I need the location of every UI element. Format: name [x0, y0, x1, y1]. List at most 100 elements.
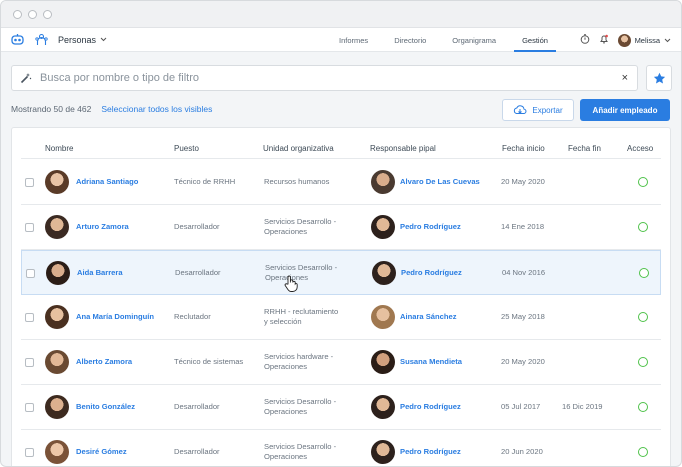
top-navbar: Personas Informes Directorio Organigrama…: [1, 28, 681, 52]
window-minimize-dot[interactable]: [28, 9, 37, 19]
bell-icon[interactable]: [599, 31, 609, 49]
access-status-icon: [638, 402, 648, 412]
row-checkbox[interactable]: [25, 313, 34, 322]
search-input[interactable]: Busca por nombre o tipo de filtro ×: [11, 65, 638, 91]
manager-name-link[interactable]: Alvaro De Las Cuevas: [400, 177, 480, 187]
column-unit[interactable]: Unidad organizativa: [263, 144, 334, 153]
table-row[interactable]: Alberto Zamora Técnico de sistemas Servi…: [21, 340, 661, 385]
unit-line-1: RRHH - reclutamiento: [264, 307, 339, 316]
employee-avatar: [45, 215, 69, 239]
unit-line-2: Operaciones: [264, 407, 308, 416]
access-status-icon: [638, 447, 648, 457]
table-row[interactable]: Adriana Santiago Técnico de RRHH Recurso…: [21, 160, 661, 205]
magic-wand-icon: [20, 73, 32, 84]
app-logo-icon[interactable]: [10, 33, 24, 47]
manager-name-link[interactable]: Susana Mendieta: [400, 357, 462, 367]
table-header: Nombre Puesto Unidad organizativa Respon…: [21, 139, 661, 159]
position-cell: Técnico de RRHH: [174, 177, 236, 186]
favorite-filters-button[interactable]: [646, 65, 672, 91]
table-row[interactable]: Aida Barrera Desarrollador Servicios Des…: [21, 250, 661, 295]
start-date-cell: 05 Jul 2017: [501, 402, 541, 411]
section-label: Personas: [58, 34, 97, 45]
tab-informes[interactable]: Informes: [326, 28, 381, 52]
tab-organigrama[interactable]: Organigrama: [439, 28, 509, 52]
tab-gestion[interactable]: Gestión: [509, 28, 561, 52]
section-selector[interactable]: Personas: [58, 35, 107, 45]
employee-name-link[interactable]: Alberto Zamora: [76, 357, 132, 367]
employee-name-link[interactable]: Desiré Gómez: [76, 447, 127, 457]
unit-cell: Servicios Desarrollo - Operaciones: [264, 217, 336, 237]
row-checkbox[interactable]: [25, 223, 34, 232]
unit-line-2: y selección: [264, 317, 302, 326]
timer-icon[interactable]: [580, 31, 590, 49]
column-start-date[interactable]: Fecha inicio: [502, 144, 545, 153]
unit-line-1: Servicios Desarrollo -: [265, 262, 338, 272]
column-access[interactable]: Acceso: [627, 144, 653, 153]
position-cell: Desarrollador: [174, 402, 220, 411]
column-end-date[interactable]: Fecha fin: [568, 144, 601, 153]
unit-cell: Servicios hardware - Operaciones: [264, 352, 333, 372]
row-checkbox[interactable]: [25, 358, 34, 367]
start-date-cell: 25 May 2018: [501, 312, 545, 321]
employee-name-link[interactable]: Aida Barrera: [77, 268, 123, 278]
unit-cell: Servicios Desarrollo - Operaciones: [264, 397, 336, 417]
employee-table: Nombre Puesto Unidad organizativa Respon…: [11, 127, 671, 466]
employee-avatar: [46, 261, 70, 285]
table-row[interactable]: Desiré Gómez Desarrollador Servicios Des…: [21, 430, 661, 466]
row-checkbox[interactable]: [26, 269, 35, 278]
manager-avatar: [371, 215, 395, 239]
start-date-cell: 14 Ene 2018: [501, 222, 545, 231]
chevron-down-icon: [100, 37, 107, 42]
access-status-icon: [638, 357, 648, 367]
main-tabs: Informes Directorio Organigrama Gestión: [326, 28, 561, 52]
add-employee-button[interactable]: Añadir empleado: [580, 99, 670, 121]
window-maximize-dot[interactable]: [43, 9, 52, 19]
manager-avatar: [372, 261, 396, 285]
results-summary: Mostrando 50 de 462 Seleccionar todos lo…: [11, 104, 212, 114]
column-manager[interactable]: Responsable pipal: [370, 144, 436, 153]
employee-name-link[interactable]: Ana María Dominguín: [76, 312, 154, 322]
manager-name-link[interactable]: Ainara Sánchez: [400, 312, 457, 322]
people-icon: [34, 33, 48, 47]
table-row[interactable]: Arturo Zamora Desarrollador Servicios De…: [21, 205, 661, 250]
manager-name-link[interactable]: Pedro Rodríguez: [401, 268, 462, 278]
row-checkbox[interactable]: [25, 403, 34, 412]
manager-name-link[interactable]: Pedro Rodríguez: [400, 222, 461, 232]
row-checkbox[interactable]: [25, 178, 34, 187]
unit-line-1: Servicios hardware -: [264, 352, 334, 361]
column-position[interactable]: Puesto: [174, 144, 199, 153]
employee-avatar: [45, 170, 69, 194]
position-cell: Desarrollador: [174, 222, 220, 231]
search-placeholder: Busca por nombre o tipo de filtro: [40, 72, 199, 84]
window-close-dot[interactable]: [13, 9, 22, 19]
manager-avatar: [371, 440, 395, 464]
unit-cell: Servicios Desarrollo - Operaciones: [264, 442, 336, 462]
position-cell: Desarrollador: [175, 267, 221, 277]
employee-name-link[interactable]: Benito González: [76, 402, 135, 412]
table-row[interactable]: Ana María Dominguín Reclutador RRHH - re…: [21, 295, 661, 340]
results-count: Mostrando 50 de 462: [11, 104, 92, 114]
employee-avatar: [45, 395, 69, 419]
unit-cell: RRHH - reclutamiento y selección: [264, 307, 338, 327]
manager-name-link[interactable]: Pedro Rodríguez: [400, 402, 461, 412]
manager-avatar: [371, 350, 395, 374]
unit-cell: Recursos humanos: [264, 177, 329, 187]
select-all-visible-link[interactable]: Seleccionar todos los visibles: [101, 104, 212, 114]
unit-line-2: Operaciones: [264, 452, 308, 461]
manager-name-link[interactable]: Pedro Rodríguez: [400, 447, 461, 457]
unit-line-2: Operaciones: [264, 362, 308, 371]
manager-avatar: [371, 395, 395, 419]
employee-name-link[interactable]: Arturo Zamora: [76, 222, 129, 232]
start-date-cell: 04 Nov 2016: [502, 267, 546, 277]
employee-name-link[interactable]: Adriana Santiago: [76, 177, 138, 187]
hand-cursor-icon: [284, 275, 298, 297]
column-name[interactable]: Nombre: [45, 144, 73, 153]
export-button[interactable]: Exportar: [502, 99, 574, 121]
employee-avatar: [45, 305, 69, 329]
tab-directorio[interactable]: Directorio: [381, 28, 439, 52]
table-row[interactable]: Benito González Desarrollador Servicios …: [21, 385, 661, 430]
user-menu[interactable]: Melissa: [617, 33, 671, 47]
row-checkbox[interactable]: [25, 448, 34, 457]
position-cell: Técnico de sistemas: [174, 357, 244, 366]
clear-icon[interactable]: ×: [622, 72, 628, 84]
